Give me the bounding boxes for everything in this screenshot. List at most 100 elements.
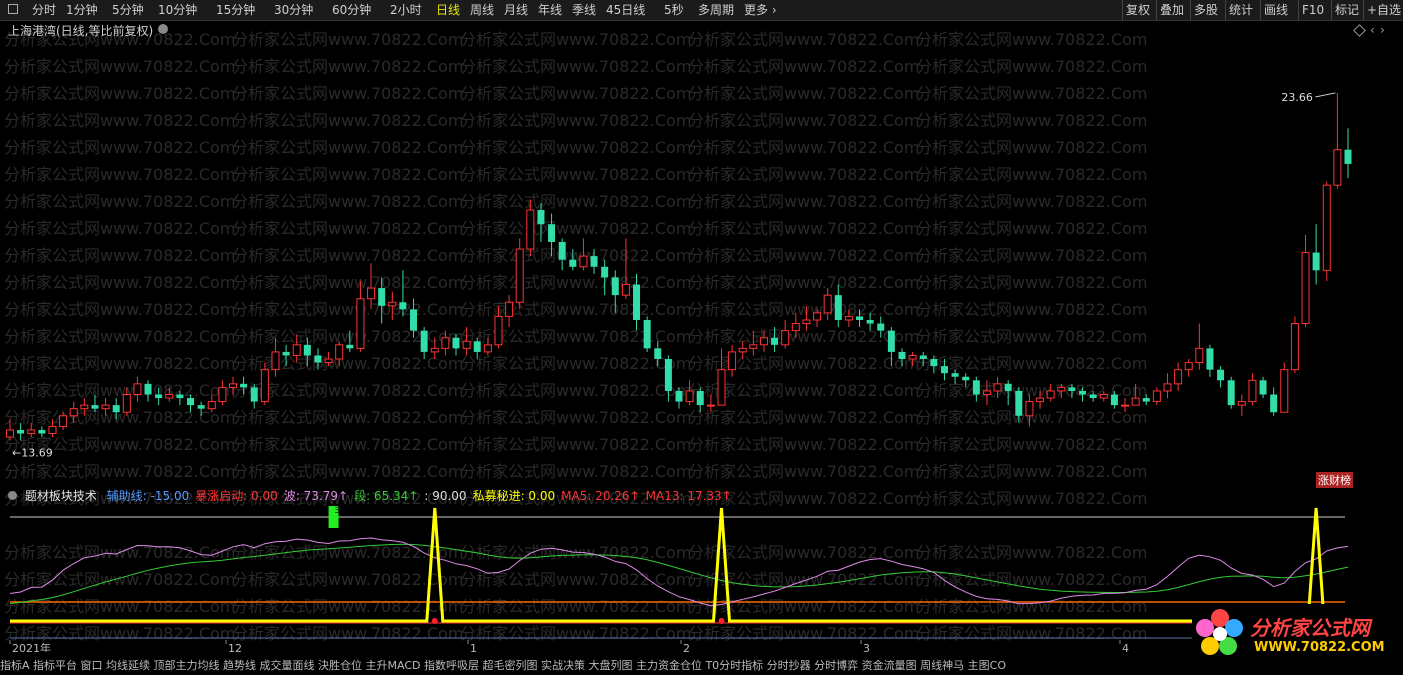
watermark-text: 分析家公式网www.70822.Com — [688, 462, 919, 481]
watermark-text: 分析家公式网www.70822.Com — [4, 111, 235, 130]
indicator-values: 辅助线: -15.00 暴涨启动: 0.00 波: 73.79↑ 段: 65.34↑:… — [107, 489, 738, 503]
watermark-text: 分析家公式网www.70822.Com — [916, 246, 1147, 265]
logo-cn: 分析家公式网 — [1250, 616, 1370, 640]
candle-body — [1206, 348, 1214, 370]
window-toggle-icon[interactable] — [8, 4, 18, 14]
tool-button[interactable]: 统计 — [1229, 2, 1253, 18]
candle-body — [962, 376, 970, 381]
candle-body — [537, 210, 545, 225]
watermark-text: 分析家公式网www.70822.Com — [4, 57, 235, 76]
period-tab[interactable]: 更多 › — [744, 2, 777, 18]
watermark-text: 分析家公式网www.70822.Com — [688, 273, 919, 292]
tool-button[interactable]: 标记 — [1335, 2, 1359, 18]
x-tick-label: 1 — [470, 642, 477, 652]
period-tab[interactable]: 年线 — [538, 2, 562, 18]
period-tab[interactable]: 1分钟 — [66, 2, 98, 18]
candle-body — [1079, 390, 1087, 395]
candle-body — [91, 405, 99, 409]
watermark-text: 分析家公式网www.70822.Com — [232, 165, 463, 184]
period-tab[interactable]: 60分钟 — [332, 2, 371, 18]
x-tick-label: 2 — [683, 642, 690, 652]
chevron-left-icon[interactable]: ‹ — [1370, 23, 1375, 37]
candle-body — [1046, 390, 1055, 399]
period-tab[interactable]: 45日线 — [606, 2, 645, 18]
watermark-text: 分析家公式网www.70822.Com — [460, 597, 691, 616]
indicator-value: 段: 65.34↑ — [354, 489, 419, 503]
kline-chart[interactable]: 分析家公式网www.70822.Com分析家公式网www.70822.Com分析… — [0, 21, 1403, 506]
watermark-text: 分析家公式网www.70822.Com — [232, 111, 463, 130]
tool-button[interactable]: F10 — [1302, 2, 1324, 18]
title-dropdown-icon[interactable] — [158, 24, 168, 34]
period-tab[interactable]: 分时 — [32, 2, 56, 18]
watermark-text: 分析家公式网www.70822.Com — [688, 624, 919, 643]
candle-body — [675, 390, 683, 402]
candle-body — [378, 288, 386, 306]
candle-body — [303, 344, 311, 356]
period-tab[interactable]: 季线 — [572, 2, 596, 18]
candle-body — [1270, 394, 1278, 413]
watermark-text: 分析家公式网www.70822.Com — [232, 192, 463, 211]
candle-body — [282, 351, 290, 356]
watermark-text: 分析家公式网www.70822.Com — [688, 57, 919, 76]
period-tab[interactable]: 日线 — [436, 2, 460, 18]
candle-body — [335, 344, 344, 360]
watermark-text: 分析家公式网www.70822.Com — [4, 246, 235, 265]
watermark-text: 分析家公式网www.70822.Com — [688, 246, 919, 265]
period-tab[interactable]: 5分钟 — [112, 2, 144, 18]
indicator-icon[interactable] — [8, 491, 17, 500]
candle-body — [856, 316, 864, 320]
watermark-text: 分析家公式网www.70822.Com — [916, 300, 1147, 319]
separator — [1298, 0, 1299, 20]
candle-body — [791, 323, 800, 332]
watermark-text: 分析家公式网www.70822.Com — [688, 84, 919, 103]
watermark-text: 分析家公式网www.70822.Com — [4, 219, 235, 238]
period-tab[interactable]: 10分钟 — [158, 2, 197, 18]
watermark-text: 分析家公式网www.70822.Com — [916, 84, 1147, 103]
tool-button[interactable]: +自选 — [1367, 2, 1401, 18]
candle-body — [749, 344, 758, 349]
tool-button[interactable]: 画线 — [1264, 2, 1288, 18]
watermark-text: 分析家公式网www.70822.Com — [4, 462, 235, 481]
candle-body — [643, 319, 651, 349]
watermark-text: 分析家公式网www.70822.Com — [460, 435, 691, 454]
period-tab[interactable]: 周线 — [470, 2, 494, 18]
high-price-arrow — [1315, 92, 1336, 98]
period-tab[interactable]: 30分钟 — [274, 2, 313, 18]
flower-logo-icon — [1196, 609, 1243, 655]
tool-button[interactable]: 复权 — [1126, 2, 1150, 18]
candle-body — [558, 241, 566, 260]
rank-badge[interactable]: 涨财榜 — [1316, 472, 1353, 488]
watermark-text: 分析家公式网www.70822.Com — [916, 57, 1147, 76]
low-price-label: ←13.69 — [12, 447, 53, 460]
period-tab[interactable]: 月线 — [504, 2, 528, 18]
period-tab[interactable]: 15分钟 — [216, 2, 255, 18]
chevron-right-icon[interactable]: › — [1380, 23, 1385, 37]
candle-body — [420, 330, 428, 352]
period-tab[interactable]: 5秒 — [664, 2, 684, 18]
candle-body — [1015, 390, 1023, 416]
watermark-text: 分析家公式网www.70822.Com — [916, 192, 1147, 211]
watermark-text: 分析家公式网www.70822.Com — [916, 543, 1147, 562]
candle-body — [38, 429, 46, 434]
candle-body — [1227, 380, 1235, 406]
indicator-value: 波: 73.79↑ — [283, 489, 349, 503]
watermark-text: 分析家公式网www.70822.Com — [916, 138, 1147, 157]
indicator-name[interactable]: 题材板块技术 — [25, 489, 97, 503]
period-tab[interactable]: 2小时 — [390, 2, 422, 18]
candle-body — [292, 344, 301, 356]
candle-body — [80, 404, 89, 410]
candle-body — [176, 394, 184, 399]
candle-body — [1163, 383, 1172, 392]
indicator-tabs[interactable]: 指标A 指标平台 窗口 均线延续 顶部主力均线 趋势线 成交量面线 決胜仓位 主… — [0, 657, 1403, 675]
period-tab[interactable]: 多周期 — [698, 2, 734, 18]
watermark-text: 分析家公式网www.70822.Com — [232, 462, 463, 481]
candle-body — [654, 348, 662, 360]
candle-body — [388, 301, 397, 307]
tool-button[interactable]: 多股 — [1194, 2, 1218, 18]
tool-button[interactable]: 叠加 — [1160, 2, 1184, 18]
candle-body — [633, 284, 641, 320]
watermark-text: 分析家公式网www.70822.Com — [232, 300, 463, 319]
watermark-text: 分析家公式网www.70822.Com — [688, 327, 919, 346]
candle-body — [410, 309, 418, 331]
candle-body — [133, 383, 142, 395]
